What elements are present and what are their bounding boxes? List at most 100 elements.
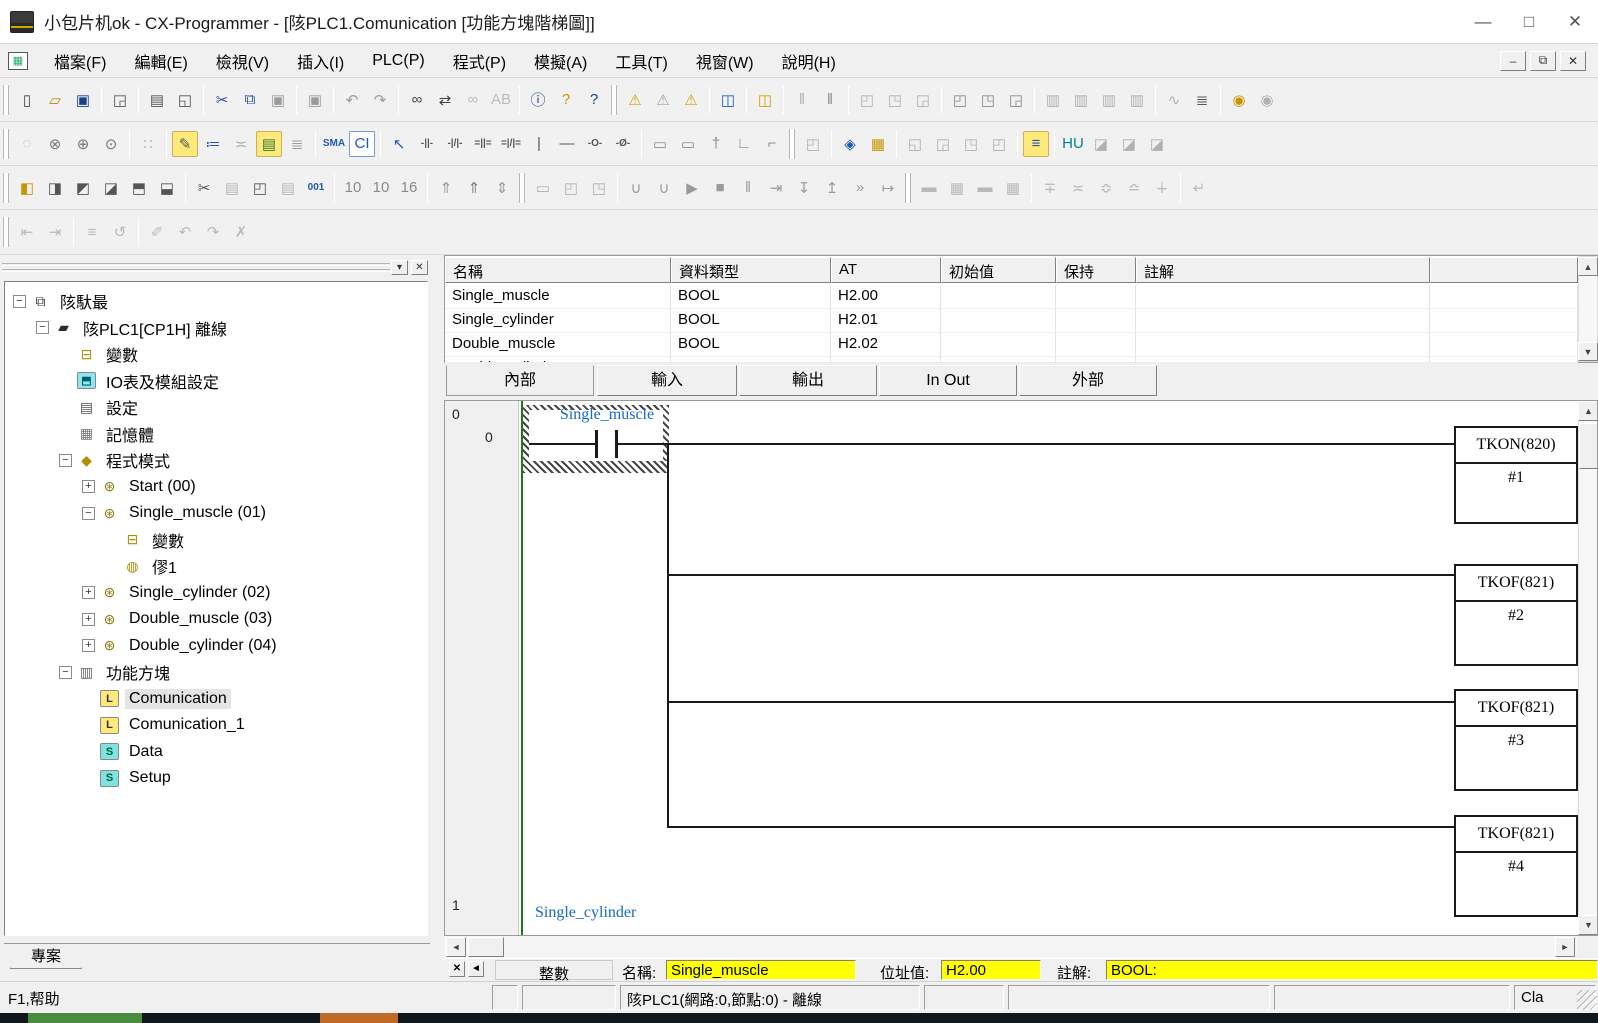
resume-hand-icon[interactable]: ∪ <box>651 175 677 201</box>
comment-field[interactable]: BOOL: <box>1106 960 1598 980</box>
tree-item-doublemuscle03[interactable]: +⊛Double_muscle (03) <box>5 606 427 633</box>
scroll-up-icon[interactable]: ▲ <box>1578 257 1598 276</box>
context-help-icon[interactable]: ? <box>581 87 607 113</box>
dock-close-icon[interactable]: ✕ <box>411 260 428 275</box>
name-field[interactable]: Single_muscle <box>666 960 856 980</box>
return-icon[interactable]: ↵ <box>1186 175 1212 201</box>
select-pointer-icon[interactable]: ↖ <box>386 131 412 157</box>
instruction-block-3[interactable]: TKOF(821)#3 <box>1454 689 1578 791</box>
symbol-cell[interactable]: Single_muscle <box>445 285 671 309</box>
fb-tab-輸出[interactable]: 輸出 <box>739 365 877 396</box>
print-preview-icon[interactable]: ◱ <box>172 87 198 113</box>
diff-mon-4-icon[interactable]: ≏ <box>1121 175 1147 201</box>
instruction-3-icon[interactable]: † <box>703 131 729 157</box>
arrow-updown-icon[interactable]: ⇕ <box>489 175 515 201</box>
column-header-5[interactable]: 註解 <box>1136 257 1430 283</box>
cut-icon[interactable]: ✂ <box>209 87 235 113</box>
collapse-icon[interactable]: − <box>59 666 72 679</box>
indent-left-icon[interactable]: ⇤ <box>14 219 40 245</box>
toolbar-grip[interactable] <box>519 173 525 203</box>
tree-item-1[interactable]: ◍僇1 <box>5 553 427 580</box>
mark-clear-icon[interactable]: ✗ <box>228 219 254 245</box>
window-watch-icon[interactable]: ◩ <box>70 175 96 201</box>
menu-t[interactable]: 工具(T) <box>601 44 681 77</box>
list-grey-icon[interactable]: ▤ <box>275 175 301 201</box>
menu-i[interactable]: 插入(I) <box>283 44 358 77</box>
tree-item-[interactable]: ▤設定 <box>5 394 427 421</box>
symbol-cell[interactable]: H2.00 <box>831 285 941 309</box>
fast-forward-icon[interactable]: » <box>847 175 873 201</box>
symbol-cell[interactable] <box>1136 333 1430 357</box>
mdi-document-icon[interactable]: ▦ <box>8 52 28 70</box>
fb-op-1-icon[interactable]: ◱ <box>902 131 928 157</box>
expand-icon[interactable]: + <box>82 480 95 493</box>
address-list-icon[interactable]: ≔ <box>200 131 226 157</box>
tree-item-[interactable]: ▦記憶體 <box>5 421 427 448</box>
instruction-2-icon[interactable]: ▭ <box>675 131 701 157</box>
collapse-icon[interactable]: − <box>82 507 95 520</box>
pc-monitor-1-icon[interactable]: ▭ <box>530 175 556 201</box>
tree-item-comunication1[interactable]: LComunication_1 <box>5 712 427 739</box>
mnemonic-icon[interactable]: 001 <box>303 175 329 201</box>
contact-bar[interactable] <box>595 430 598 458</box>
symbol-cell[interactable] <box>1430 285 1578 309</box>
fb-op-2-icon[interactable]: ◲ <box>930 131 956 157</box>
window-v-icon[interactable]: ◪ <box>1144 131 1170 157</box>
toolbar-grip[interactable] <box>3 129 9 159</box>
grid-yellow-icon[interactable]: ▦ <box>865 131 891 157</box>
contact-nc-icon[interactable]: -|/|- <box>442 131 468 157</box>
menu-e[interactable]: 編輯(E) <box>120 44 201 77</box>
symbol-cell[interactable] <box>1136 309 1430 333</box>
column-header-0[interactable]: 名稱 <box>445 257 671 283</box>
window-edit-icon[interactable]: ◨ <box>42 175 68 201</box>
coil-nc-icon[interactable]: -Ø- <box>610 131 636 157</box>
ladder-hscroll-thumb[interactable] <box>468 937 504 957</box>
menu-h[interactable]: 說明(H) <box>768 44 850 77</box>
diff-mon-5-icon[interactable]: ∔ <box>1149 175 1175 201</box>
panel-splitter[interactable] <box>430 255 444 986</box>
compile-icon[interactable]: ⚠ <box>622 87 648 113</box>
mdi-close-icon[interactable]: ✕ <box>1560 51 1586 71</box>
pause-sim-icon[interactable]: ‖ <box>735 175 761 201</box>
contact-or-no-icon[interactable]: =||= <box>470 131 496 157</box>
column-header-1[interactable]: 資料類型 <box>671 257 831 283</box>
resize-grip[interactable] <box>1577 990 1597 1010</box>
fb-tab-內部[interactable]: 內部 <box>446 365 594 396</box>
tree-item-[interactable]: −◆程式模式 <box>5 447 427 474</box>
instruction-5-icon[interactable]: ⌐ <box>759 131 785 157</box>
tree-item-io[interactable]: ⬒IO表及模組設定 <box>5 368 427 395</box>
pause-monitor-icon[interactable]: ‖ <box>789 87 815 113</box>
io-table-3-icon[interactable]: ▥ <box>1096 87 1122 113</box>
decimal-10-icon[interactable]: 10 <box>340 175 366 201</box>
symbol-cell[interactable]: BOOL <box>671 309 831 333</box>
zoom-out-icon[interactable]: ⊗ <box>42 131 68 157</box>
collapse-icon[interactable]: − <box>36 321 49 334</box>
collapse-icon[interactable]: − <box>59 454 72 467</box>
differential-icon[interactable]: ∿ <box>1161 87 1187 113</box>
io-table-4-icon[interactable]: ▥ <box>1124 87 1150 113</box>
arrow-up-1-icon[interactable]: ⇑ <box>433 175 459 201</box>
symbol-cell[interactable]: BOOL <box>671 285 831 309</box>
toolbar-grip[interactable] <box>3 217 9 247</box>
run-to-icon[interactable]: ↦ <box>875 175 901 201</box>
column-header-2[interactable]: AT <box>831 257 941 283</box>
tree-item-[interactable]: ⊟變數 <box>5 341 427 368</box>
tree-item-setup[interactable]: SSetup <box>5 765 427 792</box>
partial-download-icon[interactable]: ◰ <box>947 87 973 113</box>
redo-icon[interactable]: ↷ <box>367 87 393 113</box>
compile-all-icon[interactable]: ⚠ <box>650 87 676 113</box>
decimal-10b-icon[interactable]: 10 <box>368 175 394 201</box>
hex-16-icon[interactable]: 16 <box>396 175 422 201</box>
ladder-hscroll[interactable]: ◄ ► <box>444 936 1577 958</box>
menu-plcp[interactable]: PLC(P) <box>358 44 438 77</box>
pause-icon[interactable]: ‖ <box>817 87 843 113</box>
scroll-left-icon[interactable]: ◄ <box>446 937 466 957</box>
fb-tab-輸入[interactable]: 輸入 <box>597 365 737 396</box>
help-icon[interactable]: ? <box>553 87 579 113</box>
address-field[interactable]: H2.00 <box>941 960 1041 980</box>
toolbar-grip[interactable] <box>789 129 795 159</box>
window-plain-icon[interactable]: ⬒ <box>126 175 152 201</box>
instruction-1-icon[interactable]: ▭ <box>647 131 673 157</box>
expand-icon[interactable]: + <box>82 613 95 626</box>
io-table-1-icon[interactable]: ▥ <box>1040 87 1066 113</box>
